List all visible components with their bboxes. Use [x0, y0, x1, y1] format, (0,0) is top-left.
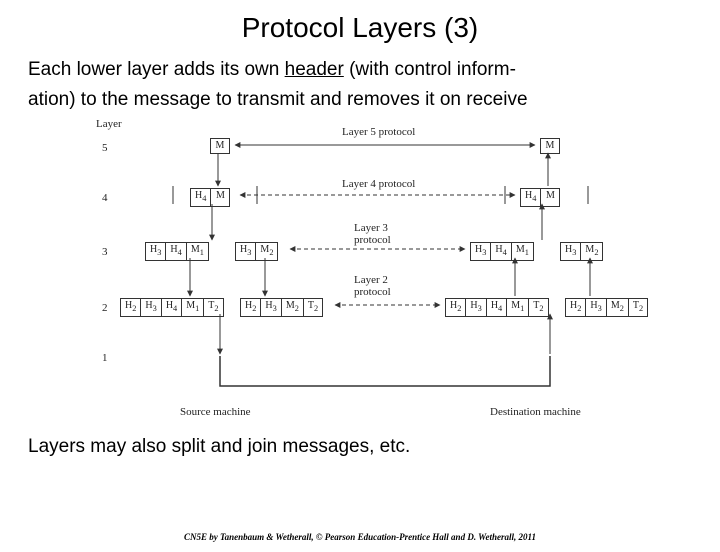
- layer-num-5: 5: [102, 142, 108, 154]
- seg-M: M: [211, 189, 229, 206]
- label-l3-protocol-a: Layer 3: [354, 222, 388, 234]
- seg-M: M: [541, 189, 559, 206]
- seg-T2: T2: [629, 299, 647, 316]
- src-pdu-l2-b: H2 H3 M2 T2: [240, 298, 323, 317]
- seg-H3: H3: [141, 299, 161, 316]
- label-l2-protocol-a: Layer 2: [354, 274, 388, 286]
- slide-title: Protocol Layers (3): [0, 12, 720, 44]
- seg-H3: H3: [561, 243, 581, 260]
- label-l2-protocol-b: protocol: [354, 286, 391, 298]
- dst-pdu-l5: M: [540, 138, 560, 154]
- src-pdu-l2-a: H2 H3 H4 M1 T2: [120, 298, 224, 317]
- seg-H2: H2: [241, 299, 261, 316]
- intro-line-1: Each lower layer adds its own header (wi…: [28, 58, 692, 82]
- seg-H4: H4: [162, 299, 182, 316]
- intro-a: Each lower layer adds its own: [28, 59, 285, 80]
- intro-b: (with control inform-: [344, 59, 516, 80]
- seg-T2: T2: [529, 299, 547, 316]
- seg-H2: H2: [446, 299, 466, 316]
- seg-H4: H4: [521, 189, 541, 206]
- dst-pdu-l4: H4 M: [520, 188, 560, 207]
- diagram-arrows: [50, 118, 670, 428]
- layer-column-header: Layer: [96, 118, 122, 130]
- label-destination-machine: Destination machine: [490, 406, 581, 418]
- dst-pdu-l3-a: H3 H4 M1: [470, 242, 534, 261]
- dst-pdu-l2-a: H2 H3 H4 M1 T2: [445, 298, 549, 317]
- seg-H3: H3: [466, 299, 486, 316]
- layer-num-3: 3: [102, 246, 108, 258]
- seg-H2: H2: [566, 299, 586, 316]
- seg-H3: H3: [586, 299, 606, 316]
- src-pdu-l4: H4 M: [190, 188, 230, 207]
- seg-H3: H3: [471, 243, 491, 260]
- seg-H3: H3: [261, 299, 281, 316]
- bottom-caption: Layers may also split and join messages,…: [28, 436, 692, 458]
- seg-M: M: [541, 139, 559, 153]
- seg-H4: H4: [487, 299, 507, 316]
- seg-H3: H3: [146, 243, 166, 260]
- layer-num-2: 2: [102, 302, 108, 314]
- seg-H4: H4: [191, 189, 211, 206]
- seg-H4: H4: [166, 243, 186, 260]
- intro-header-word: header: [285, 59, 344, 80]
- label-source-machine: Source machine: [180, 406, 251, 418]
- label-l3-protocol-b: protocol: [354, 234, 391, 246]
- seg-M: M: [211, 139, 229, 153]
- seg-H4: H4: [491, 243, 511, 260]
- seg-M2: M2: [607, 299, 629, 316]
- seg-T2: T2: [204, 299, 222, 316]
- src-pdu-l3-b: H3 M2: [235, 242, 278, 261]
- src-pdu-l3-a: H3 H4 M1: [145, 242, 209, 261]
- seg-M2: M2: [581, 243, 602, 260]
- layer-num-4: 4: [102, 192, 108, 204]
- protocol-diagram: Layer 5 4 3 2 1 Layer 5 protocol Layer 4…: [50, 118, 670, 428]
- seg-M1: M1: [182, 299, 204, 316]
- layer-num-1: 1: [102, 352, 108, 364]
- label-l5-protocol: Layer 5 protocol: [342, 126, 415, 138]
- seg-M1: M1: [187, 243, 208, 260]
- seg-H2: H2: [121, 299, 141, 316]
- seg-M2: M2: [282, 299, 304, 316]
- intro-line-2: ation) to the message to transmit and re…: [28, 88, 692, 112]
- dst-pdu-l2-b: H2 H3 M2 T2: [565, 298, 648, 317]
- copyright-footer: CN5E by Tanenbaum & Wetherall, © Pearson…: [0, 532, 720, 542]
- seg-H3: H3: [236, 243, 256, 260]
- dst-pdu-l3-b: H3 M2: [560, 242, 603, 261]
- seg-M1: M1: [512, 243, 533, 260]
- seg-M1: M1: [507, 299, 529, 316]
- seg-M2: M2: [256, 243, 277, 260]
- src-pdu-l5: M: [210, 138, 230, 154]
- seg-T2: T2: [304, 299, 322, 316]
- label-l4-protocol: Layer 4 protocol: [342, 178, 415, 190]
